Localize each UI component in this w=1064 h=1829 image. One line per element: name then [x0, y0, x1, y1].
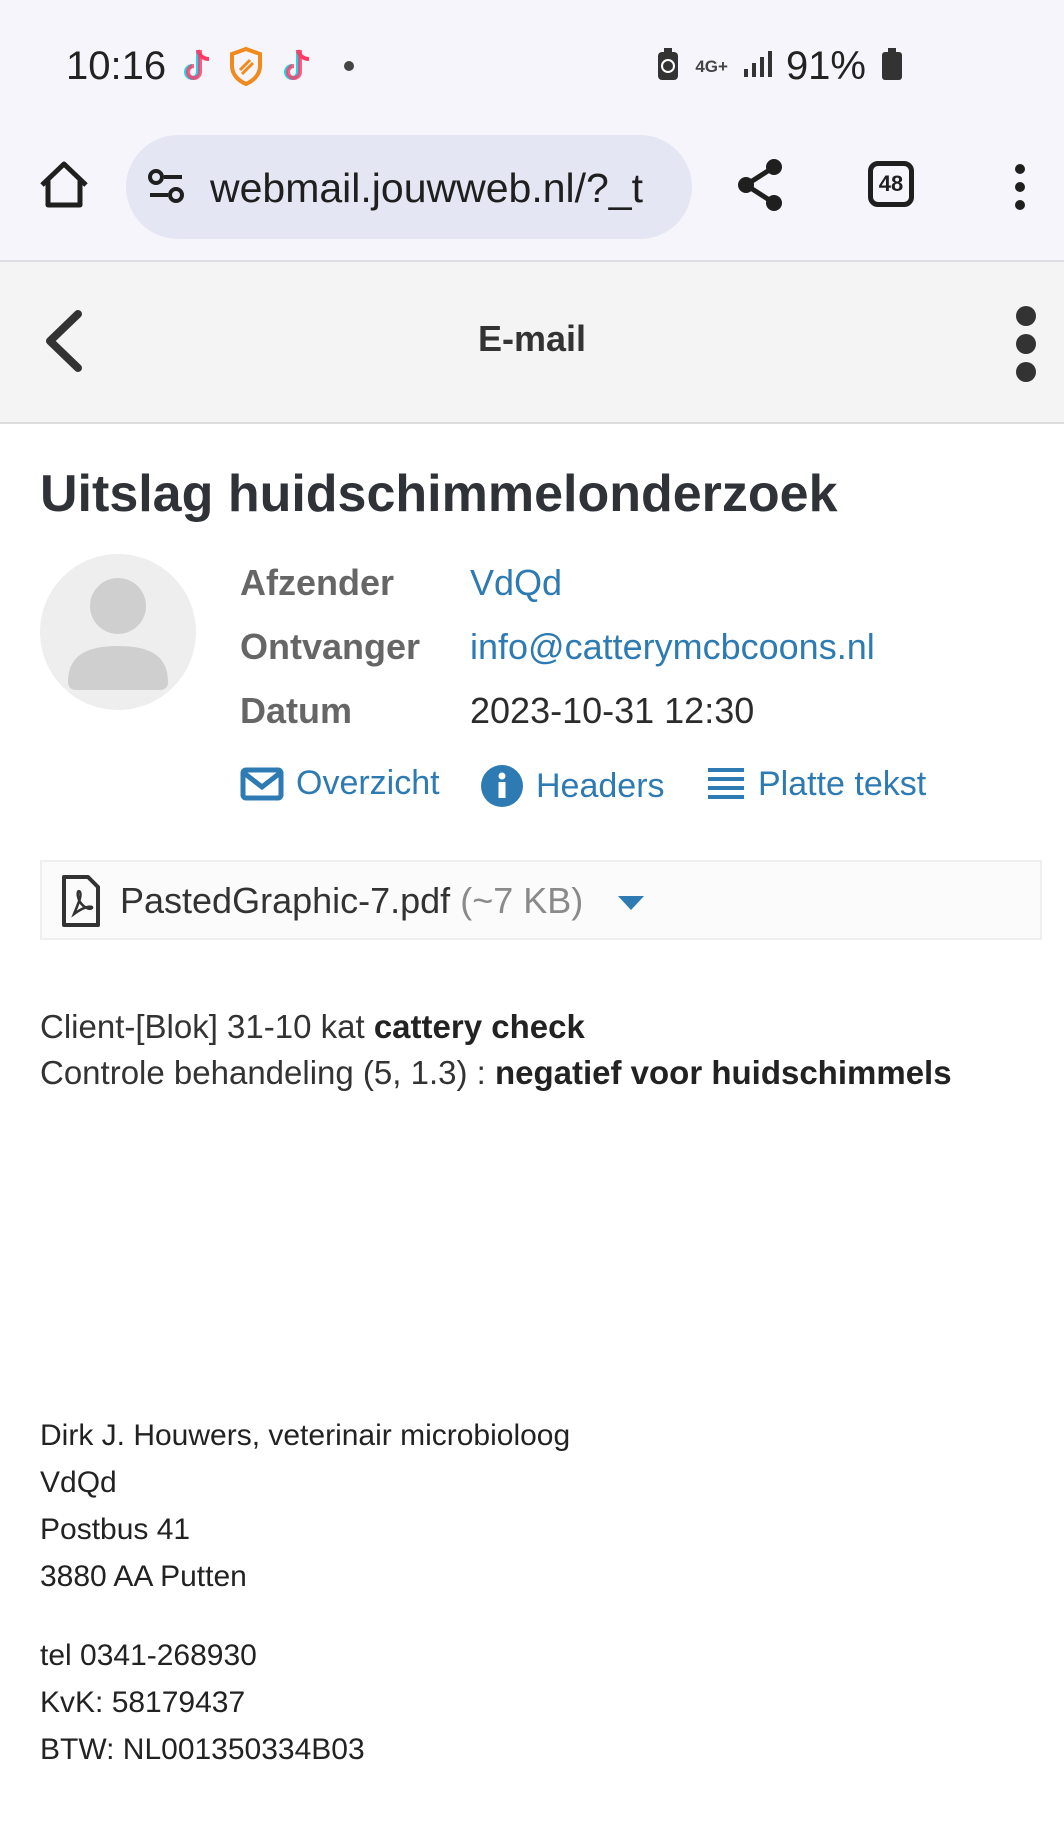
sender-avatar	[40, 554, 196, 710]
tab-switcher-button[interactable]: 48	[868, 161, 914, 207]
signature-name: Dirk J. Houwers, veterinair microbioloog	[40, 1419, 571, 1452]
attachment-size: (~7 KB)	[460, 880, 584, 921]
battery-saver-icon	[655, 46, 681, 87]
body-line-2: Controle behandeling (5, 1.3) : negatief…	[40, 1054, 952, 1091]
from-label: Afzender	[240, 562, 395, 603]
tiktok-icon	[276, 44, 316, 88]
signature-postbus: Postbus 41	[40, 1513, 191, 1546]
headers-link[interactable]: Headers	[480, 764, 665, 808]
message-body: Client-[Blok] 31-10 kat cattery check Co…	[40, 1004, 952, 1096]
browser-toolbar: webmail.jouwweb.nl/?_t 48	[0, 135, 1064, 262]
overview-label: Overzicht	[296, 764, 440, 802]
notification-icons	[176, 44, 354, 88]
more-notifications-dot	[344, 61, 354, 71]
body-line-1: Client-[Blok] 31-10 kat cattery check	[40, 1008, 585, 1045]
battery-icon	[880, 46, 904, 87]
signature-tel: tel 0341-268930	[40, 1639, 257, 1672]
home-icon	[40, 161, 88, 208]
signal-icon	[742, 49, 772, 84]
to-label: Ontvanger	[240, 626, 421, 667]
more-vert-icon	[1015, 164, 1025, 210]
plain-text-link[interactable]: Platte tekst	[706, 764, 926, 804]
message-subject: Uitslag huidschimmelonderzoek	[40, 465, 838, 523]
tiktok-icon	[176, 44, 216, 88]
status-bar: 10:16 4G+ 91%	[0, 0, 1064, 135]
date-label: Datum	[240, 690, 353, 731]
envelope-icon	[240, 767, 284, 800]
browser-menu-button[interactable]	[1000, 157, 1040, 217]
mail-header-bar: E-mail	[0, 262, 1064, 424]
date-value: 2023-10-31 12:30	[470, 690, 755, 731]
home-button[interactable]	[34, 155, 94, 215]
status-time: 10:16	[66, 44, 167, 88]
more-vert-icon	[1016, 306, 1036, 382]
address-bar[interactable]: webmail.jouwweb.nl/?_t	[126, 135, 692, 239]
to-value[interactable]: info@catterymcbcoons.nl	[470, 626, 875, 668]
person-icon	[68, 578, 168, 690]
attachment-name: PastedGraphic-7.pdf	[120, 880, 451, 921]
share-button[interactable]	[732, 155, 788, 215]
headers-label: Headers	[536, 766, 665, 805]
plain-text-label: Platte tekst	[758, 764, 927, 803]
page-title: E-mail	[477, 318, 587, 359]
url-text[interactable]: webmail.jouwweb.nl/?_t	[210, 165, 680, 212]
battery-percentage: 91%	[785, 44, 866, 88]
signature: Dirk J. Houwers, veterinair microbioloog…	[40, 1412, 570, 1773]
network-4g-icon: 4G+	[695, 56, 728, 76]
overview-link[interactable]: Overzicht	[240, 764, 440, 803]
from-value[interactable]: VdQd	[470, 562, 562, 604]
system-icons: 4G+ 91%	[655, 44, 904, 89]
text-lines-icon	[708, 768, 744, 799]
signature-btw: BTW: NL001350334B03	[40, 1733, 365, 1766]
pdf-file-icon	[62, 875, 100, 927]
message-menu-button[interactable]	[1004, 306, 1048, 382]
shield-icon	[226, 44, 266, 88]
share-icon	[738, 159, 782, 211]
signature-city: 3880 AA Putten	[40, 1560, 247, 1593]
chevron-down-icon[interactable]	[618, 896, 644, 910]
signature-kvk: KvK: 58179437	[40, 1686, 246, 1719]
signature-org: VdQd	[40, 1466, 117, 1499]
attachment-item[interactable]: PastedGraphic-7.pdf (~7 KB)	[40, 860, 1042, 940]
attachment-name-row: PastedGraphic-7.pdf (~7 KB)	[120, 880, 583, 922]
info-icon	[481, 765, 523, 807]
site-settings-icon[interactable]	[146, 167, 186, 207]
